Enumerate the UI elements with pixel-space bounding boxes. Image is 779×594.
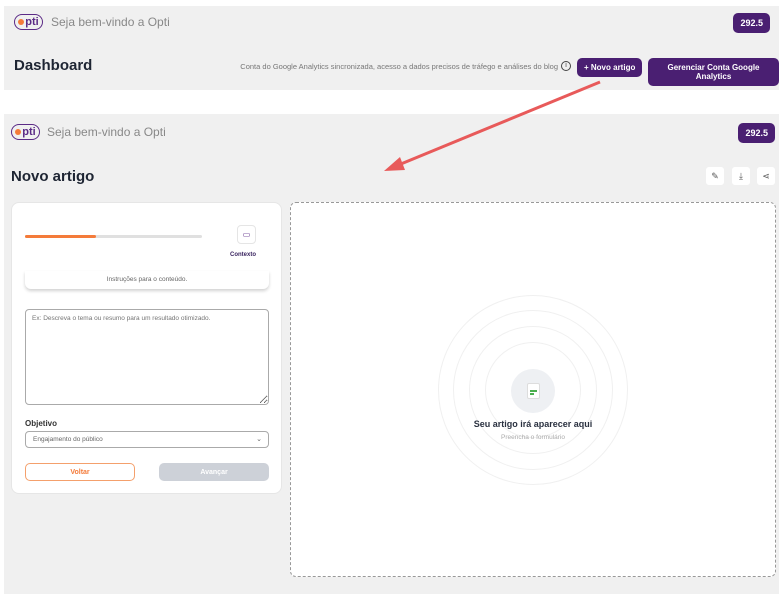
annotation-arrow xyxy=(384,80,601,171)
